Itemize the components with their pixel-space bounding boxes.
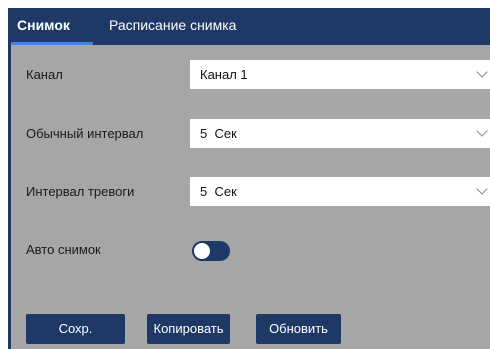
tab-snapshot[interactable]: Снимок xyxy=(11,8,93,45)
alarm-interval-select[interactable]: 5 Сек xyxy=(190,177,490,206)
toggle-knob xyxy=(194,243,210,259)
chevron-down-icon xyxy=(476,183,488,195)
normal-interval-label: Обычный интервал xyxy=(26,126,144,141)
tab-snapshot-schedule[interactable]: Расписание снимка xyxy=(109,8,236,45)
channel-select[interactable]: Канал 1 xyxy=(190,60,490,89)
alarm-interval-value: 5 Сек xyxy=(200,184,237,199)
refresh-button[interactable]: Обновить xyxy=(256,314,341,344)
snapshot-settings-panel: Снимок Расписание снимка Канал Канал 1 О… xyxy=(8,8,490,349)
auto-snapshot-toggle[interactable] xyxy=(192,241,230,261)
alarm-interval-label: Интервал тревоги xyxy=(26,184,135,199)
save-button[interactable]: Сохр. xyxy=(26,314,125,344)
normal-interval-value: 5 Сек xyxy=(200,126,237,141)
auto-snapshot-label: Авто снимок xyxy=(26,242,101,257)
channel-value: Канал 1 xyxy=(200,67,248,82)
channel-label: Канал xyxy=(26,67,63,82)
normal-interval-select[interactable]: 5 Сек xyxy=(190,119,490,148)
tab-bar: Снимок Расписание снимка xyxy=(11,8,490,45)
chevron-down-icon xyxy=(476,66,488,78)
chevron-down-icon xyxy=(476,125,488,137)
copy-button[interactable]: Копировать xyxy=(147,314,230,344)
